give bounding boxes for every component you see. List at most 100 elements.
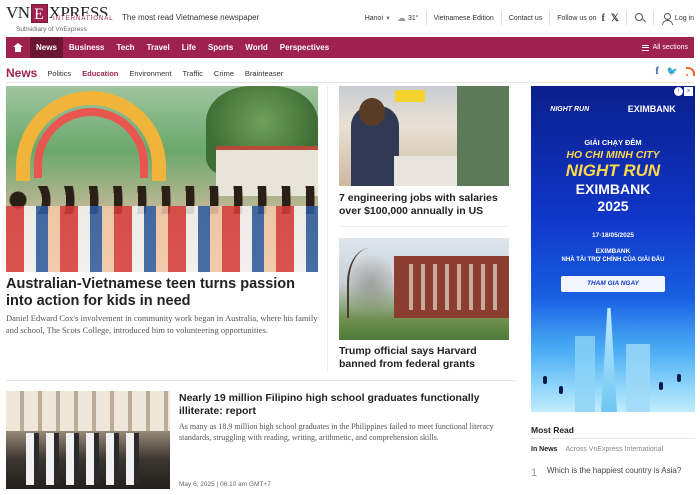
nav-item-tech[interactable]: Tech xyxy=(110,37,140,58)
image-sign xyxy=(395,90,425,102)
filipino-article-title[interactable]: Nearly 19 million Filipino high school g… xyxy=(179,392,519,418)
section-divider xyxy=(6,82,694,83)
facebook-icon[interactable]: f xyxy=(655,66,658,77)
ad-line-3: NIGHT RUN xyxy=(565,161,661,180)
tab-in-news[interactable]: In News xyxy=(531,446,557,453)
rss-icon[interactable] xyxy=(686,66,695,76)
home-button[interactable] xyxy=(6,37,30,58)
twitter-icon[interactable]: 🐦 xyxy=(667,66,678,77)
nav-item-world[interactable]: World xyxy=(239,37,274,58)
ad-runner xyxy=(543,376,547,384)
nav-item-perspectives[interactable]: Perspectives xyxy=(274,37,335,58)
nav-item-news[interactable]: News xyxy=(30,37,63,58)
ad-logos: NIGHT RUN EXIMBANK xyxy=(531,104,695,114)
site-logo[interactable]: VN E XPRESS INTERNATIONAL Subsidiary of … xyxy=(6,3,114,33)
advertisement-banner[interactable]: i × NIGHT RUN EXIMBANK GIẢI CHẠY ĐÊM HO … xyxy=(531,86,695,412)
divider xyxy=(625,11,627,25)
ad-runner xyxy=(677,374,681,382)
site-tagline: The most read Vietnamese newspaper xyxy=(122,13,260,22)
image-hallway xyxy=(6,391,170,431)
engineering-article-title[interactable]: 7 engineering jobs with salaries over $1… xyxy=(339,192,514,218)
filipino-article-image[interactable] xyxy=(6,391,170,489)
subnav-education[interactable]: Education xyxy=(82,69,118,78)
location-label: Hanoi xyxy=(364,14,384,22)
nav-item-business[interactable]: Business xyxy=(63,37,111,58)
ad-sponsor-tagline: NHÀ TÀI TRỢ CHÍNH CỦA GIẢI ĐẤU xyxy=(561,257,665,263)
ad-line-5: 2025 xyxy=(597,198,629,214)
tab-across-vnexpress[interactable]: Across VnExpress International xyxy=(565,446,663,453)
home-icon xyxy=(13,43,23,52)
article-timestamp: May 6, 2025 | 06:10 am GMT+7 xyxy=(179,481,271,488)
image-person-head xyxy=(359,98,385,126)
follow-us-label: Follow us on xyxy=(557,14,597,22)
search-icon[interactable] xyxy=(634,12,646,24)
image-table xyxy=(394,156,464,186)
article-divider xyxy=(339,226,509,227)
temperature: 31° xyxy=(407,14,419,22)
ad-info-icon[interactable]: i xyxy=(674,87,683,96)
image-tree xyxy=(347,248,393,318)
section-bar: News Politics Education Environment Traf… xyxy=(6,64,695,82)
user-icon[interactable] xyxy=(661,12,673,25)
ad-cta-button[interactable]: THAM GIA NGAY xyxy=(561,276,665,292)
ad-eximbank-logo: EXIMBANK xyxy=(627,104,676,114)
subnav-traffic[interactable]: Traffic xyxy=(183,69,203,78)
section-title[interactable]: News xyxy=(6,66,37,80)
ad-building xyxy=(626,344,650,412)
most-read-tabs: In News Across VnExpress International xyxy=(531,446,671,453)
logo-subsidiary: Subsidiary of VnExpress xyxy=(16,26,87,33)
facebook-icon[interactable]: f xyxy=(602,13,605,24)
most-read-item[interactable]: Which is the happiest country is Asia? xyxy=(547,466,687,476)
ad-sponsor-name: EXIMBANK xyxy=(595,248,631,255)
main-article-image[interactable] xyxy=(6,86,318,272)
ad-line-1: GIẢI CHẠY ĐÊM xyxy=(584,138,642,147)
nav-item-sports[interactable]: Sports xyxy=(202,37,239,58)
ad-close-icon[interactable]: × xyxy=(684,87,693,96)
harvard-article-title[interactable]: Trump official says Harvard banned from … xyxy=(339,345,509,371)
nav-item-life[interactable]: Life xyxy=(176,37,202,58)
logo-vn: VN xyxy=(6,3,30,22)
weather-icon: ☁ xyxy=(396,12,406,23)
most-read-divider xyxy=(531,438,695,439)
engineering-article-image[interactable] xyxy=(339,86,509,186)
ad-line-2: HO CHI MINH CITY xyxy=(566,149,660,161)
logo-international: INTERNATIONAL xyxy=(53,16,114,22)
most-read-rank: 1 xyxy=(531,467,538,479)
x-icon[interactable]: 𝕏 xyxy=(611,13,619,24)
subnav-environment[interactable]: Environment xyxy=(129,69,171,78)
ad-runner xyxy=(559,386,563,394)
ad-building xyxy=(575,336,595,412)
image-people xyxy=(6,206,318,272)
section-social: f 🐦 xyxy=(655,66,695,77)
subnav-crime[interactable]: Crime xyxy=(214,69,234,78)
main-article-description: Daniel Edward Cox's involvement in commu… xyxy=(6,313,318,335)
contact-us-link[interactable]: Contact us xyxy=(509,15,542,22)
subnav-politics[interactable]: Politics xyxy=(47,69,71,78)
subnav-brainteaser[interactable]: Brainteaser xyxy=(245,69,283,78)
ad-runner xyxy=(659,382,663,390)
menu-icon xyxy=(641,44,649,51)
vietnamese-edition-link[interactable]: Vietnamese Edition xyxy=(434,15,494,22)
all-sections-button[interactable]: All sections xyxy=(641,44,694,51)
main-article-title[interactable]: Australian-Vietnamese teen turns passion… xyxy=(6,276,318,310)
most-read-title: Most Read xyxy=(531,425,574,435)
login-link[interactable]: Log in xyxy=(675,15,694,22)
top-right-tools: Hanoi ▼ ☁ 31° Vietnamese Edition Contact … xyxy=(365,0,700,36)
harvard-article-image[interactable] xyxy=(339,238,509,340)
divider xyxy=(425,11,427,25)
divider xyxy=(652,11,654,25)
image-person-right xyxy=(457,86,509,186)
divider xyxy=(549,11,551,25)
filipino-article-description: As many as 18.9 million high school grad… xyxy=(179,422,494,442)
main-nav: News Business Tech Travel Life Sports Wo… xyxy=(6,37,694,58)
ad-line-4: EXIMBANK xyxy=(575,181,651,197)
image-windows xyxy=(401,264,503,310)
chevron-down-icon: ▼ xyxy=(385,15,391,22)
ad-night-run-logo: NIGHT RUN xyxy=(550,105,590,113)
row-divider xyxy=(6,380,516,381)
all-sections-label: All sections xyxy=(652,44,688,51)
logo-e-box: E xyxy=(30,3,48,23)
divider xyxy=(500,11,502,25)
nav-item-travel[interactable]: Travel xyxy=(141,37,176,58)
location-selector[interactable]: Hanoi ▼ xyxy=(365,15,391,22)
